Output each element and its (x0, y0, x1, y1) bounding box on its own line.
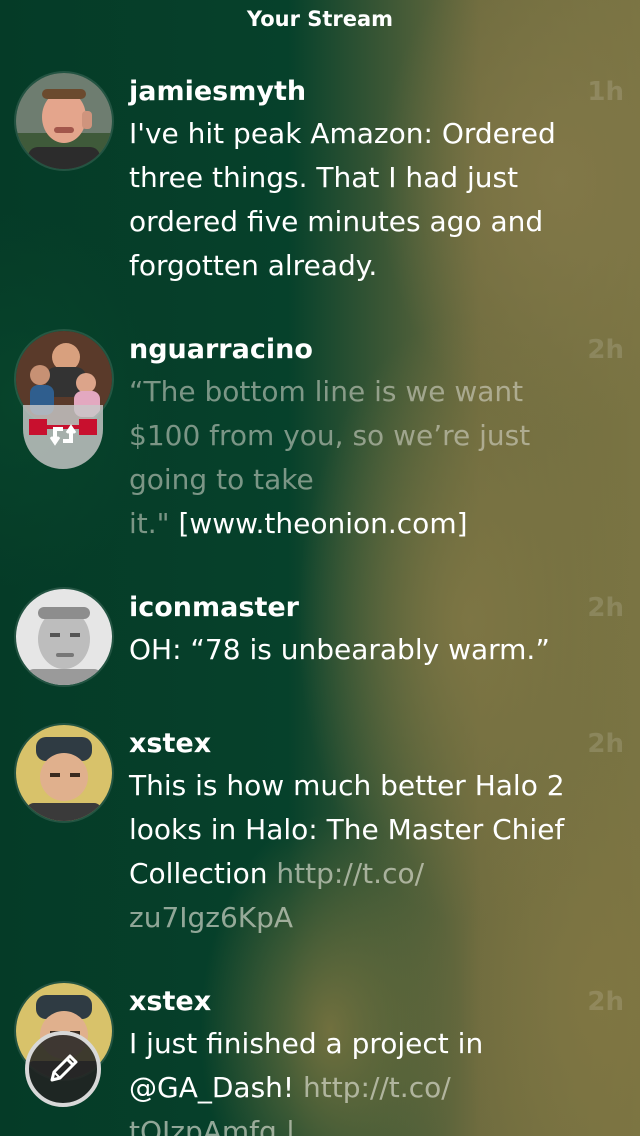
post-username[interactable]: xstex (129, 728, 211, 759)
post-mention[interactable]: @GA_Dash! (129, 1071, 303, 1104)
post-text-line: This is how much better Halo 2 (129, 769, 565, 802)
post-username[interactable]: jamiesmyth (129, 76, 306, 107)
avatar-xstex-image (16, 725, 112, 821)
post-stream[interactable]: jamiesmyth 1h I've hit peak Amazon: Orde… (0, 0, 640, 1136)
post-link[interactable]: http://t.co/ (276, 857, 424, 890)
post-text-line: @GA_Dash! http://t.co/ (129, 1071, 451, 1104)
post-text-line: ordered five minutes ago and (129, 205, 544, 238)
post-text-line: looks in Halo: The Master Chief (129, 813, 565, 846)
post-username[interactable]: nguarracino (129, 334, 313, 365)
repost-icon (23, 405, 103, 469)
avatar[interactable] (16, 73, 112, 169)
avatar-jamiesmyth-image (16, 73, 112, 169)
avatar-iconmaster-image (16, 589, 112, 685)
post-source-link[interactable]: [www.theonion.com] (170, 507, 467, 540)
post-link[interactable]: zu7Igz6KpA (129, 901, 293, 934)
post-text-line: it." [www.theonion.com] (129, 507, 468, 540)
post-text-line: I just finished a project in (129, 1027, 484, 1060)
post-link[interactable]: tQJzpAmfq | (129, 1115, 295, 1136)
page-title: Your Stream (246, 7, 394, 31)
post-text-line: going to take (129, 463, 314, 496)
compose-button[interactable] (25, 1031, 101, 1107)
post-text-segment: Collection (129, 857, 277, 890)
post-text-line: “The bottom line is we want (129, 375, 524, 408)
post-link[interactable]: http://t.co/ (303, 1071, 451, 1104)
post-username[interactable]: xstex (129, 986, 211, 1017)
pencil-icon (50, 1054, 78, 1082)
post-text-line: forgotten already. (129, 249, 378, 282)
post-time: 1h (587, 77, 624, 107)
avatar[interactable] (16, 589, 112, 685)
avatar[interactable] (16, 725, 112, 821)
post-time: 2h (587, 729, 624, 759)
post-text-line: $100 from you, so we’re just (129, 419, 531, 452)
post-text-line: Collection http://t.co/ (129, 857, 424, 890)
post-time: 2h (587, 987, 624, 1017)
post-text-line: three things. That I had just (129, 161, 519, 194)
post-time: 2h (587, 593, 624, 623)
post-quote-end: it." (129, 507, 170, 540)
post-username[interactable]: iconmaster (129, 592, 299, 623)
post-time: 2h (587, 335, 624, 365)
post-text-line: I've hit peak Amazon: Ordered (129, 117, 556, 150)
post-text-line: OH: “78 is unbearably warm.” (129, 633, 550, 666)
